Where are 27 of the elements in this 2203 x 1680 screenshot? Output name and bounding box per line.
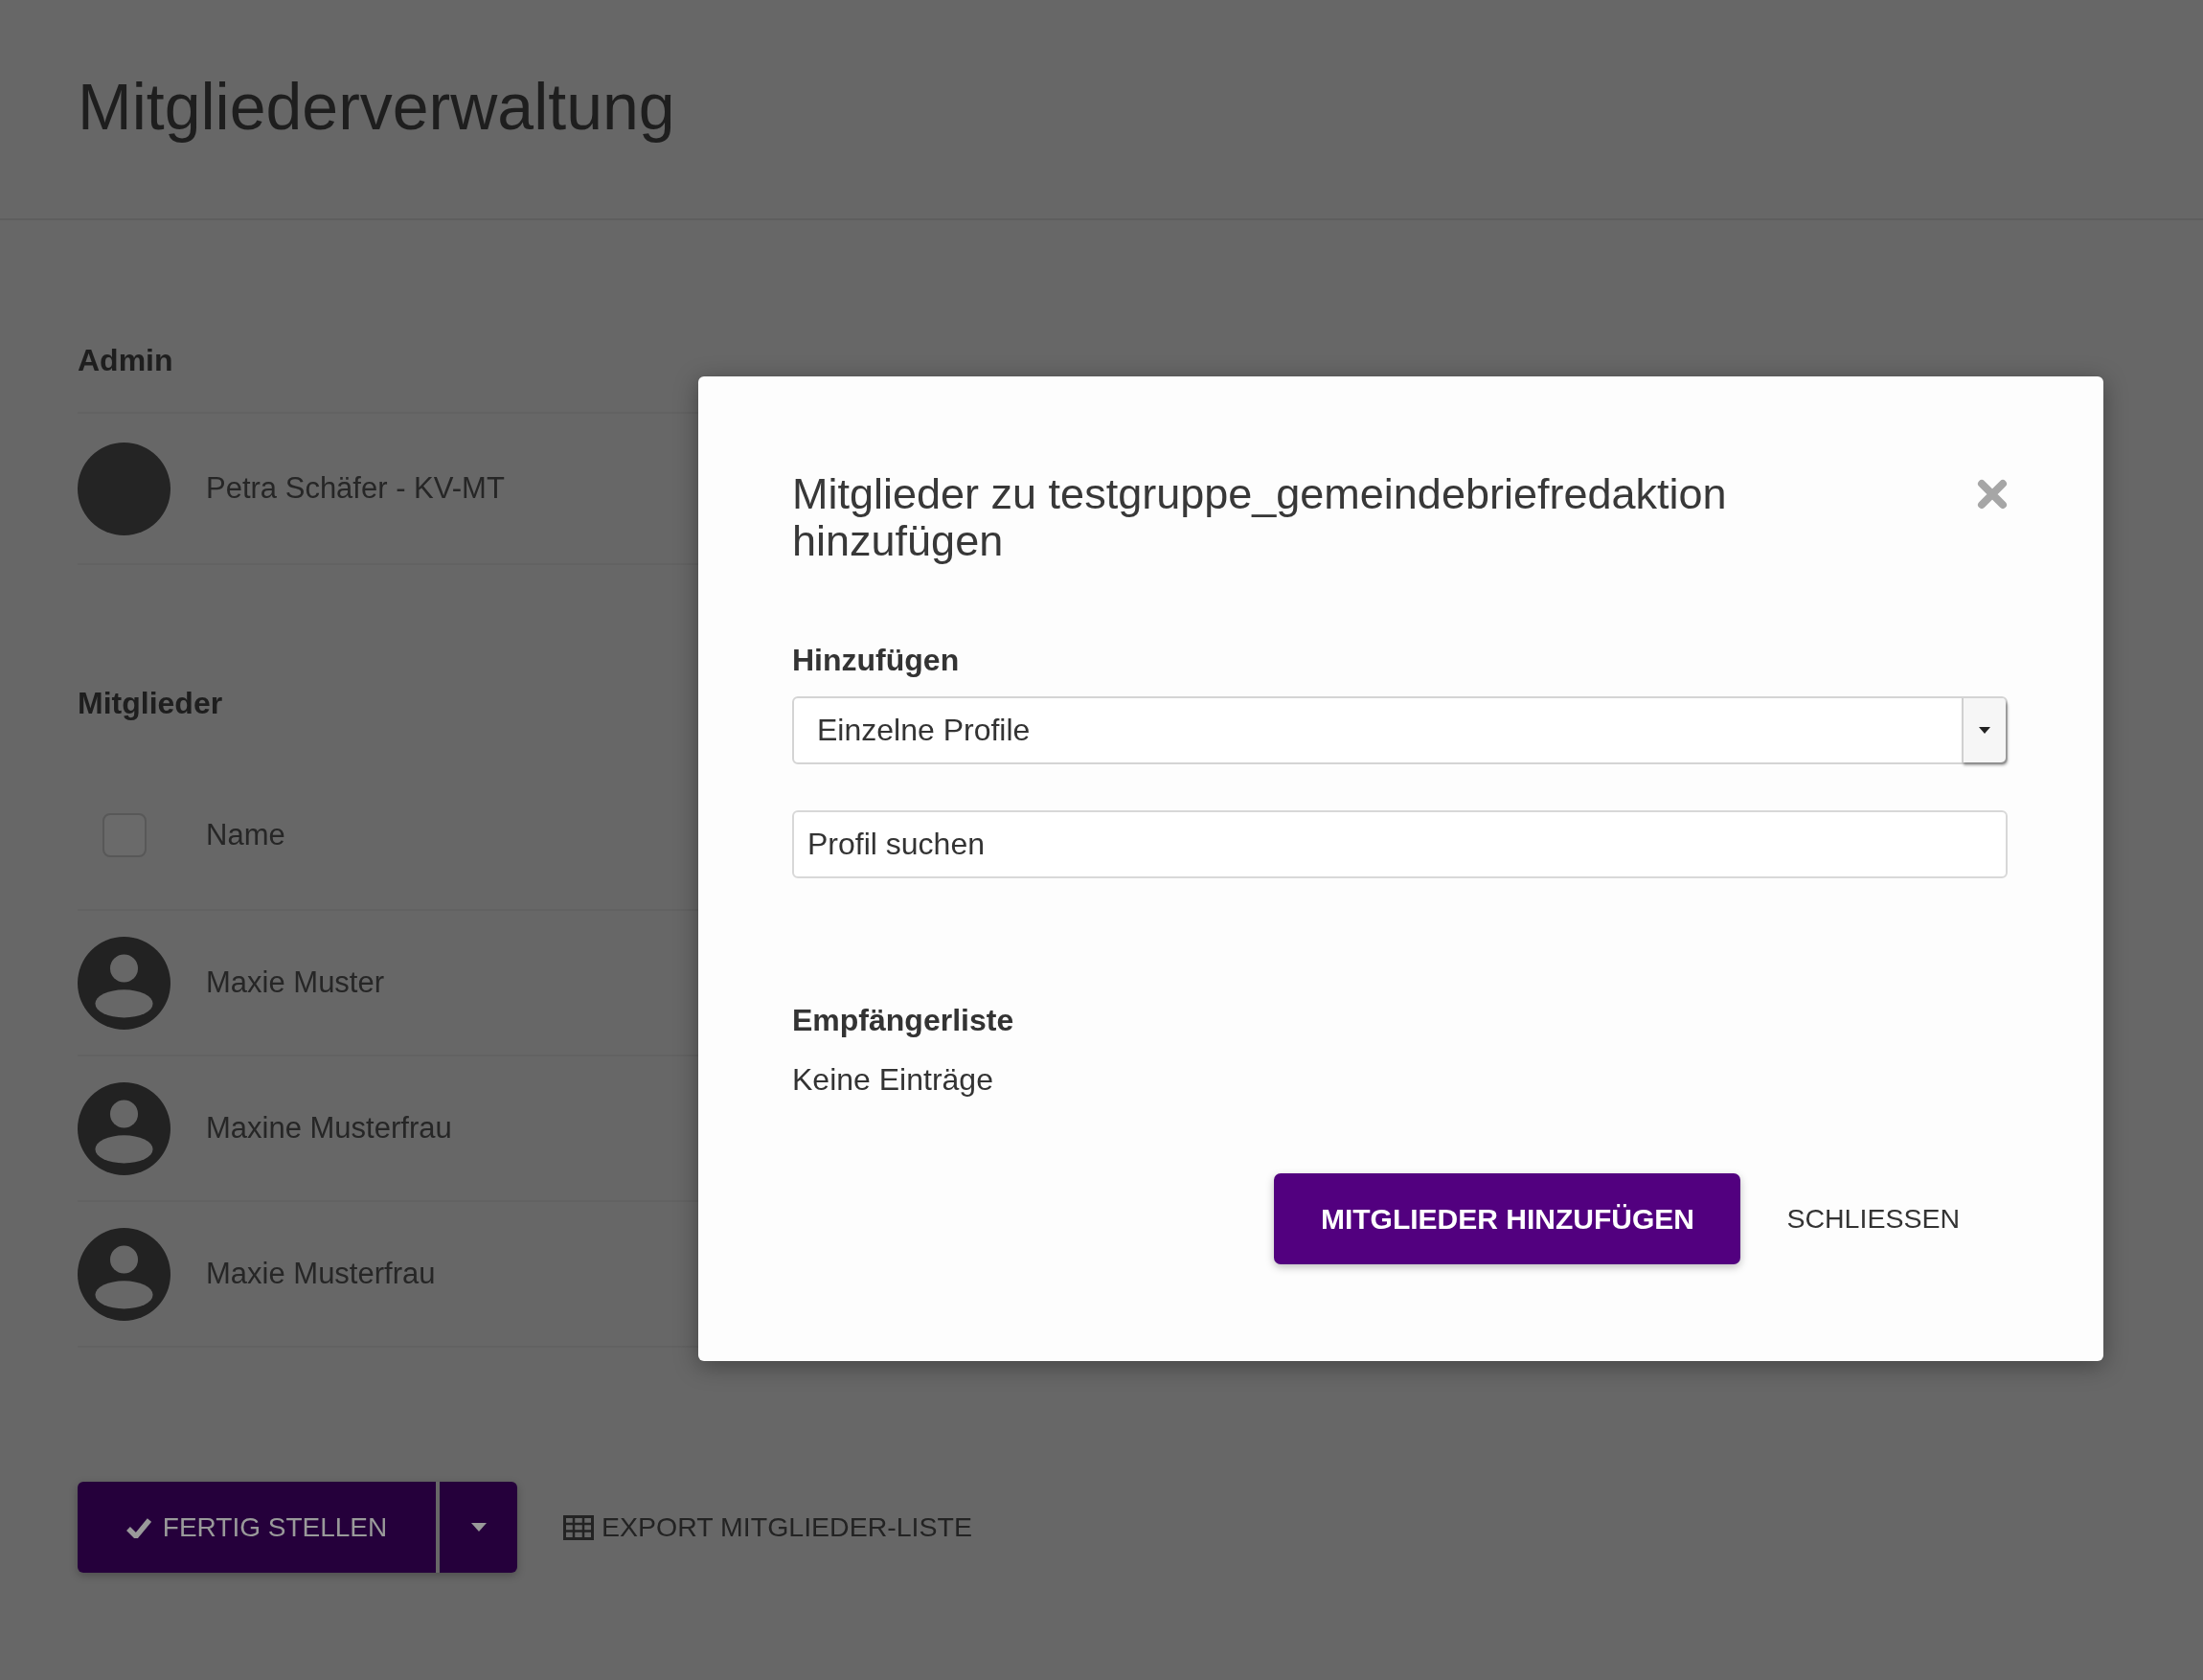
user-avatar-icon	[78, 936, 170, 1030]
column-header: Name	[206, 817, 285, 852]
user-avatar-icon	[78, 1227, 170, 1321]
close-button[interactable]: SCHLIESSEN	[1763, 1173, 1983, 1264]
dropdown-button[interactable]	[1962, 698, 2006, 762]
dialog-title: Mitglieder zu testgruppe_gemeindebriefredaktion hinzufügen	[792, 470, 1728, 564]
caret-icon	[1979, 727, 1990, 734]
caret-icon	[470, 1523, 487, 1532]
profile-search-field[interactable]: Profil suchen	[792, 810, 2008, 878]
profile-type-select[interactable]: Einzelne Profile	[792, 696, 2008, 764]
empty-list-message: Keine Einträge	[792, 1061, 993, 1099]
user-avatar-icon	[78, 1081, 170, 1175]
section-heading: Mitglieder	[78, 685, 223, 722]
section-heading: Empfängerliste	[792, 1002, 1014, 1039]
member-name: Maxie Musterfrau	[206, 1257, 436, 1291]
member-name: Petra Schäfer - KV-MT	[206, 471, 505, 506]
section-heading: Admin	[78, 342, 173, 379]
page-title: Mitgliederverwaltung	[78, 69, 675, 145]
dropdown-toggle-button[interactable]	[440, 1482, 517, 1573]
member-name: Maxine Musterfrau	[206, 1111, 452, 1146]
close-icon[interactable]	[1977, 479, 2008, 510]
finish-button[interactable]: FERTIG STELLEN	[78, 1482, 436, 1573]
field-label: Hinzufügen	[792, 642, 960, 679]
add-members-button[interactable]: MITGLIEDER HINZUFÜGEN	[1274, 1173, 1741, 1264]
member-name: Maxie Muster	[206, 965, 385, 1000]
checkmark-icon	[125, 1516, 151, 1538]
table-icon	[563, 1514, 594, 1540]
